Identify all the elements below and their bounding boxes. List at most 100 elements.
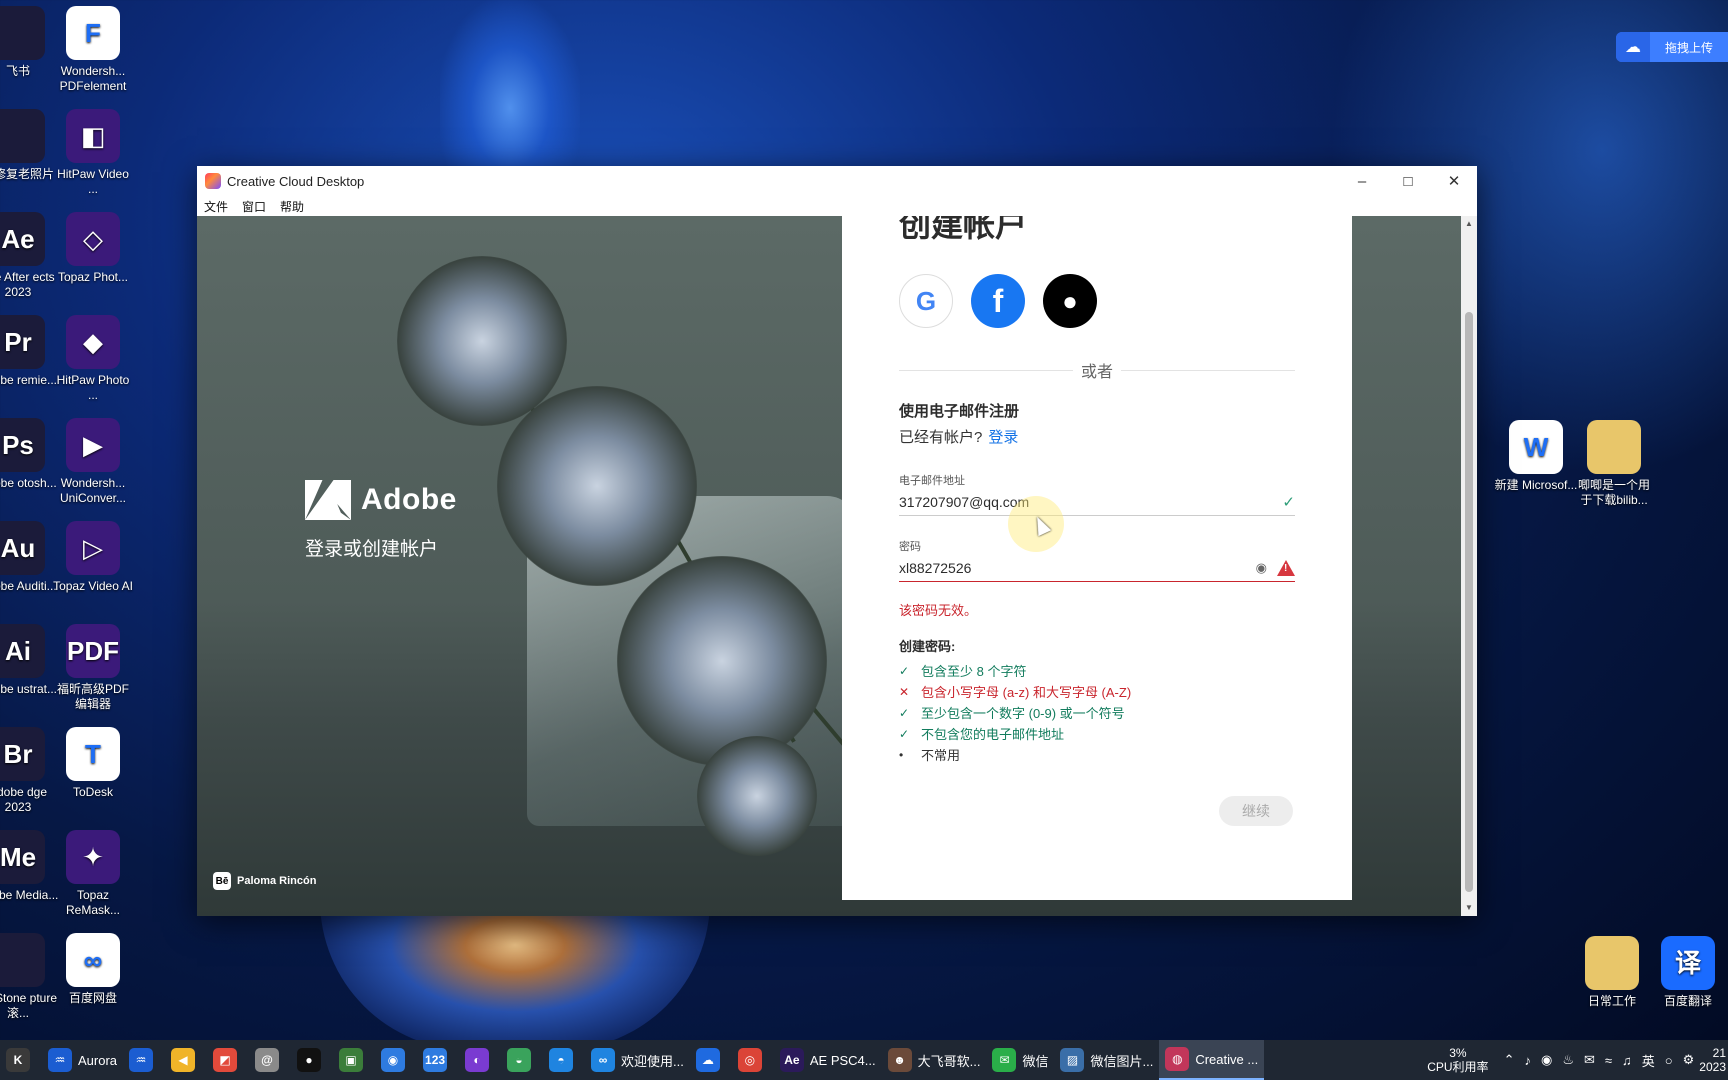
taskbar-app[interactable]: ◩ <box>207 1040 249 1080</box>
taskbar-app[interactable]: ∞ 欢迎使用... <box>585 1040 690 1080</box>
volume-icon[interactable]: ♫ <box>1622 1053 1632 1068</box>
cloud-icon: ☁ <box>1616 32 1650 62</box>
window-content: Adobe 登录或创建帐户 Bē Paloma Rincón 创建帐户 G f … <box>197 216 1477 916</box>
taskbar-app[interactable]: ♒ Aurora <box>42 1040 123 1080</box>
todesk-icon: T <box>66 727 120 781</box>
taskbar-app-label: 微信 <box>1022 1053 1049 1069</box>
cloud-upload-button[interactable]: ☁ 拖拽上传 <box>1616 32 1728 62</box>
password-field: 密码 xl88272526 ◉ <box>899 538 1295 582</box>
desktop-shortcut[interactable]: ▷ Topaz Video AI <box>51 521 135 594</box>
password-value: xl88272526 <box>899 559 972 576</box>
taskbar-app[interactable]: ◍ Creative ... <box>1159 1040 1265 1080</box>
faststone-task-icon: ◩ <box>213 1048 238 1072</box>
taskbar-app[interactable]: ◒ <box>501 1040 543 1080</box>
br-icon: Br <box>0 727 45 781</box>
taskbar-app[interactable]: ▨ 微信图片... <box>1054 1040 1159 1080</box>
aurora-icon: ♒ <box>48 1048 72 1072</box>
close-button[interactable]: ✕ <box>1431 166 1477 196</box>
email-label: 电子邮件地址 <box>899 475 965 487</box>
taskbar-app[interactable]: ✉ 微信 <box>986 1040 1054 1080</box>
window-titlebar[interactable]: Creative Cloud Desktop – □ ✕ <box>197 166 1477 196</box>
taskbar-app[interactable]: 123 <box>417 1040 459 1080</box>
desktop-shortcut[interactable]: F Wondersh... PDFelement <box>51 6 135 94</box>
taskbar-app[interactable]: ▣ <box>333 1040 375 1080</box>
taskbar-app[interactable]: ◉ <box>375 1040 417 1080</box>
ime-mode-icon[interactable]: ○ <box>1665 1053 1673 1068</box>
taskbar-app[interactable]: ☻ 大飞哥软... <box>882 1040 987 1080</box>
apple-icon: ● <box>1062 285 1078 316</box>
desktop-shortcut[interactable]: ◧ HitPaw Video ... <box>51 109 135 197</box>
microphone-icon[interactable]: ♪ <box>1524 1053 1531 1068</box>
password-input[interactable]: xl88272526 ◉ <box>899 554 1295 582</box>
check-icon: ✓ <box>899 726 910 741</box>
desktop-shortcut-label: 百度网盘 <box>68 991 117 1005</box>
taskbar-app[interactable]: ◐ <box>459 1040 501 1080</box>
chevron-up-icon[interactable]: ⌃ <box>1504 1052 1515 1068</box>
system-clock[interactable]: 21 2023 <box>1699 1046 1726 1074</box>
continue-button[interactable]: 继续 <box>1219 796 1293 826</box>
email-field: 电子邮件地址 317207907@qq.com ✓ <box>899 472 1295 516</box>
facebook-login-button[interactable]: f <box>971 274 1025 328</box>
scroll-up-icon[interactable]: ▲ <box>1461 216 1477 232</box>
rule-item: ✓ 至少包含一个数字 (0-9) 或一个符号 <box>899 705 1125 722</box>
desktop-shortcut[interactable]: 译百度翻译 <box>1646 936 1728 1009</box>
desktop-shortcut[interactable]: 日常工作 <box>1570 936 1654 1009</box>
baidu-task-icon: ∞ <box>591 1048 616 1072</box>
desktop-shortcut[interactable]: 唧唧是一个用 于下载bilib... <box>1572 420 1656 508</box>
desktop-shortcut[interactable]: ∞ 百度网盘 <box>51 933 135 1006</box>
desktop-shortcut[interactable]: ◆ HitPaw Photo ... <box>51 315 135 403</box>
check-icon: ✓ <box>1282 493 1295 511</box>
wechat-tray-icon[interactable]: ✉ <box>1584 1052 1595 1068</box>
apple-login-button[interactable]: ● <box>1043 274 1097 328</box>
taskbar-app[interactable]: K <box>0 1040 42 1080</box>
maximize-button[interactable]: □ <box>1385 166 1431 196</box>
taskbar-app[interactable]: ◀ <box>165 1040 207 1080</box>
eye-icon[interactable]: ◉ <box>1256 560 1267 576</box>
taskbar-app[interactable]: @ <box>249 1040 291 1080</box>
email-value: 317207907@qq.com <box>899 493 1030 510</box>
wifi-icon[interactable]: ≈ <box>1605 1053 1612 1068</box>
cpu-meter[interactable]: 3% CPU利用率 <box>1427 1046 1488 1074</box>
minimize-button[interactable]: – <box>1339 166 1385 196</box>
bell-icon[interactable]: ♨ <box>1562 1052 1574 1068</box>
menu-file[interactable]: 文件 <box>204 198 228 215</box>
menu-bar: 文件 窗口 帮助 <box>197 196 1477 216</box>
scroll-down-icon[interactable]: ▼ <box>1461 900 1477 916</box>
email-signup-title: 使用电子邮件注册 <box>899 403 1020 420</box>
desktop-shortcut[interactable]: PDF 福昕高级PDF 编辑器 <box>51 624 135 712</box>
rule-item: • 不常用 <box>899 747 961 764</box>
desktop-shortcut[interactable]: T ToDesk <box>51 727 135 800</box>
taskbar-app[interactable]: ● <box>291 1040 333 1080</box>
taskbar-app[interactable]: Ae AE PSC4... <box>774 1040 882 1080</box>
cpu-value: 3% <box>1449 1046 1467 1060</box>
desktop-shortcut[interactable]: ✦ Topaz ReMask... <box>51 830 135 918</box>
vertical-scrollbar[interactable]: ▲ ▼ <box>1461 216 1477 916</box>
ime-indicator[interactable]: 英 <box>1642 1051 1655 1070</box>
google-login-button[interactable]: G <box>899 274 953 328</box>
ae-task-icon: Ae <box>779 1048 804 1072</box>
baidu-translate-icon: 译 <box>1661 936 1715 990</box>
folder-icon <box>1587 420 1641 474</box>
taskbar-app[interactable]: ◓ <box>543 1040 585 1080</box>
signup-heading: 创建帐户 <box>899 216 1028 243</box>
desktop-shortcut[interactable]: ◇ Topaz Phot... <box>51 212 135 285</box>
taskbar-app[interactable]: ◎ <box>732 1040 774 1080</box>
menu-window[interactable]: 窗口 <box>242 198 266 215</box>
photo-credit[interactable]: Bē Paloma Rincón <box>213 872 316 890</box>
menu-help[interactable]: 帮助 <box>280 198 304 215</box>
login-link[interactable]: 登录 <box>988 429 1018 446</box>
behance-icon: Bē <box>213 872 231 890</box>
settings-tray-icon[interactable]: ⚙ <box>1683 1052 1695 1068</box>
taskbar-app[interactable]: ☁ <box>690 1040 732 1080</box>
system-tray: 3% CPU利用率 ⌃ ♪ ◉ ♨ ✉ ≈ ♫ 英 ○ ⚙ 21 2023 <box>1427 1040 1728 1080</box>
record-tray-icon[interactable]: ◉ <box>1541 1052 1552 1068</box>
desktop-shortcut-label: Wondersh... PDFelement <box>59 64 127 93</box>
scroll-thumb[interactable] <box>1465 312 1473 892</box>
desktop-shortcut[interactable]: W 新建 Microsof... <box>1494 420 1578 493</box>
have-account-row: 已经有帐户? 登录 <box>899 426 1018 447</box>
taskbar-app-label: AE PSC4... <box>809 1052 876 1068</box>
taskbar-app[interactable]: ♒ <box>123 1040 165 1080</box>
email-input[interactable]: 317207907@qq.com ✓ <box>899 488 1295 516</box>
me-icon: Me <box>0 830 45 884</box>
desktop-shortcut[interactable]: ▶ Wondersh... UniConver... <box>51 418 135 506</box>
